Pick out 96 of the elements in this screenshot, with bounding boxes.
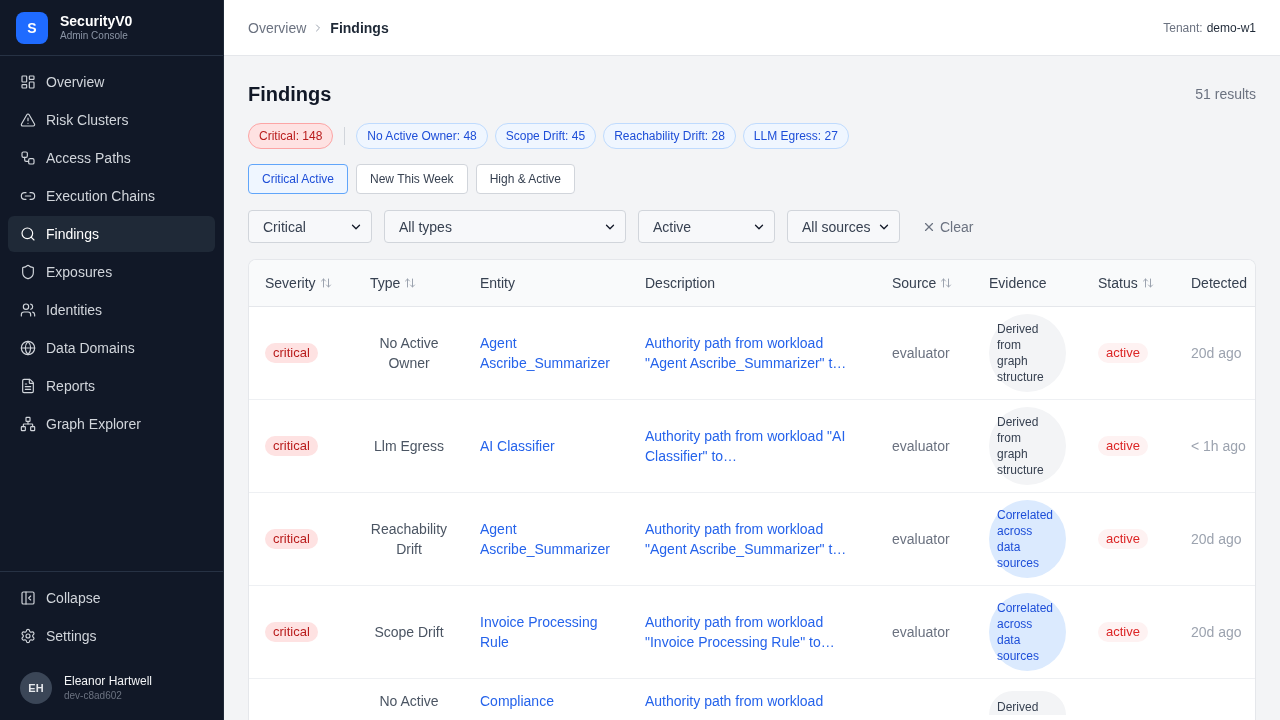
- severity-badge: critical: [265, 342, 318, 363]
- source-label: evaluator: [892, 343, 950, 363]
- filter-select[interactable]: Active: [638, 210, 775, 243]
- evidence-badge: Derived: [989, 690, 1066, 715]
- shield-icon: [20, 264, 36, 280]
- sidebar-item[interactable]: Access Paths: [8, 140, 215, 176]
- severity-badge: critical: [265, 621, 318, 642]
- sidebar-item[interactable]: Risk Clusters: [8, 102, 215, 138]
- sidebar-item[interactable]: Overview: [8, 64, 215, 100]
- network-icon: [20, 416, 36, 432]
- tenant-label: Tenant:: [1163, 20, 1203, 35]
- description-link[interactable]: Authority path from workload: [645, 690, 824, 711]
- page-title: Findings: [248, 82, 332, 106]
- app-logo: S: [16, 11, 48, 44]
- entity-link[interactable]: Agent Ascribe_Summarizer: [480, 332, 613, 373]
- description-link[interactable]: Authority path from workload "Agent Ascribe_Summarizer" t…: [645, 518, 860, 559]
- status-badge: active: [1098, 528, 1148, 549]
- finding-type: No Active Owner: [378, 333, 440, 373]
- warning-icon: [20, 112, 36, 128]
- sidebar-item[interactable]: Graph Explorer: [8, 406, 215, 442]
- summary-chip[interactable]: Reachability Drift: 28: [603, 123, 736, 149]
- app-subtitle: Admin Console: [60, 30, 129, 42]
- sidebar-item[interactable]: Identities: [8, 292, 215, 328]
- preset-button[interactable]: Critical Active: [248, 164, 349, 194]
- column-header[interactable]: Severity: [265, 274, 332, 291]
- breadcrumb-item: Findings: [330, 19, 389, 36]
- evidence-badge: Derived from graph structure: [989, 313, 1066, 392]
- search-icon: [20, 226, 36, 242]
- sidebar-item[interactable]: Execution Chains: [8, 178, 215, 214]
- users-icon: [20, 302, 36, 318]
- severity-badge: critical: [265, 528, 318, 549]
- status-badge: active: [1098, 435, 1148, 456]
- column-header: Entity: [480, 274, 515, 291]
- user-id: dev-c8ad602: [64, 689, 123, 702]
- finding-type: No Active: [379, 691, 439, 711]
- source-label: evaluator: [892, 529, 950, 549]
- filter-select[interactable]: All sources: [787, 210, 900, 243]
- summary-chip[interactable]: Scope Drift: 45: [494, 123, 597, 149]
- avatar: EH: [20, 672, 52, 704]
- settings-icon: [20, 628, 36, 644]
- description-link[interactable]: Authority path from workload "Agent Ascribe_Summarizer" t…: [645, 332, 860, 373]
- sort-icon: [940, 276, 953, 289]
- document-icon: [20, 378, 36, 394]
- column-header[interactable]: Status: [1098, 274, 1154, 291]
- evidence-badge: Correlated across data sources: [989, 499, 1066, 578]
- collapse-panel-icon: [20, 590, 36, 606]
- sidebar-item[interactable]: Settings: [8, 618, 215, 654]
- entity-link[interactable]: AI Classifier: [480, 435, 555, 456]
- sidebar-item[interactable]: Exposures: [8, 254, 215, 290]
- sidebar-item[interactable]: Findings: [8, 216, 215, 252]
- column-header: Detected: [1191, 274, 1248, 291]
- column-header[interactable]: Source: [892, 274, 953, 291]
- entity-link[interactable]: Invoice Processing Rule: [480, 611, 613, 652]
- tenant-name: demo-w1: [1206, 20, 1256, 35]
- summary-chip[interactable]: LLM Egress: 27: [742, 123, 849, 149]
- sidebar-item[interactable]: Reports: [8, 368, 215, 404]
- user-name: Eleanor Hartwell: [64, 674, 153, 689]
- sort-icon: [1141, 276, 1154, 289]
- description-link[interactable]: Authority path from workload "Invoice Processing Rule" to…: [645, 611, 860, 652]
- sidebar-item[interactable]: Data Domains: [8, 330, 215, 366]
- detected-time: 20d ago: [1191, 343, 1242, 363]
- detected-time: 20d ago: [1191, 529, 1242, 549]
- column-header: Evidence: [989, 274, 1047, 291]
- summary-chip[interactable]: No Active Owner: 48: [356, 123, 488, 149]
- entity-link[interactable]: Compliance: [480, 690, 554, 711]
- column-header: Description: [645, 274, 716, 291]
- result-count: 51 results: [1195, 86, 1256, 102]
- sort-icon: [319, 276, 332, 289]
- detected-time: < 1h ago: [1191, 436, 1246, 456]
- app-name: SecurityV0: [60, 13, 133, 30]
- finding-type: Scope Drift: [374, 622, 444, 642]
- grid-icon: [20, 74, 36, 90]
- description-link[interactable]: Authority path from workload "AI Classifier" to…: [645, 425, 860, 466]
- summary-chip[interactable]: Critical: 148: [248, 123, 334, 149]
- detected-time: 20d ago: [1191, 622, 1242, 642]
- column-header[interactable]: Type: [370, 274, 417, 291]
- sort-icon: [404, 276, 417, 289]
- status-badge: active: [1098, 621, 1148, 642]
- finding-type: Reachability Drift: [369, 519, 449, 559]
- clear-button[interactable]: Clear: [922, 218, 974, 235]
- sidebar-item[interactable]: Collapse: [8, 580, 215, 616]
- severity-badge: critical: [265, 435, 318, 456]
- evidence-badge: Correlated across data sources: [989, 592, 1066, 671]
- filter-select[interactable]: Critical: [248, 210, 372, 243]
- filter-select[interactable]: All types: [384, 210, 626, 243]
- workflow-icon: [20, 150, 36, 166]
- globe-icon: [20, 340, 36, 356]
- evidence-badge: Derived from graph structure: [989, 406, 1066, 485]
- source-label: evaluator: [892, 622, 950, 642]
- preset-button[interactable]: New This Week: [356, 164, 468, 194]
- entity-link[interactable]: Agent Ascribe_Summarizer: [480, 518, 613, 559]
- status-badge: active: [1098, 342, 1148, 363]
- preset-button[interactable]: High & Active: [475, 164, 575, 194]
- source-label: evaluator: [892, 436, 950, 456]
- finding-type: Llm Egress: [374, 436, 444, 456]
- breadcrumb-item[interactable]: Overview: [248, 19, 307, 36]
